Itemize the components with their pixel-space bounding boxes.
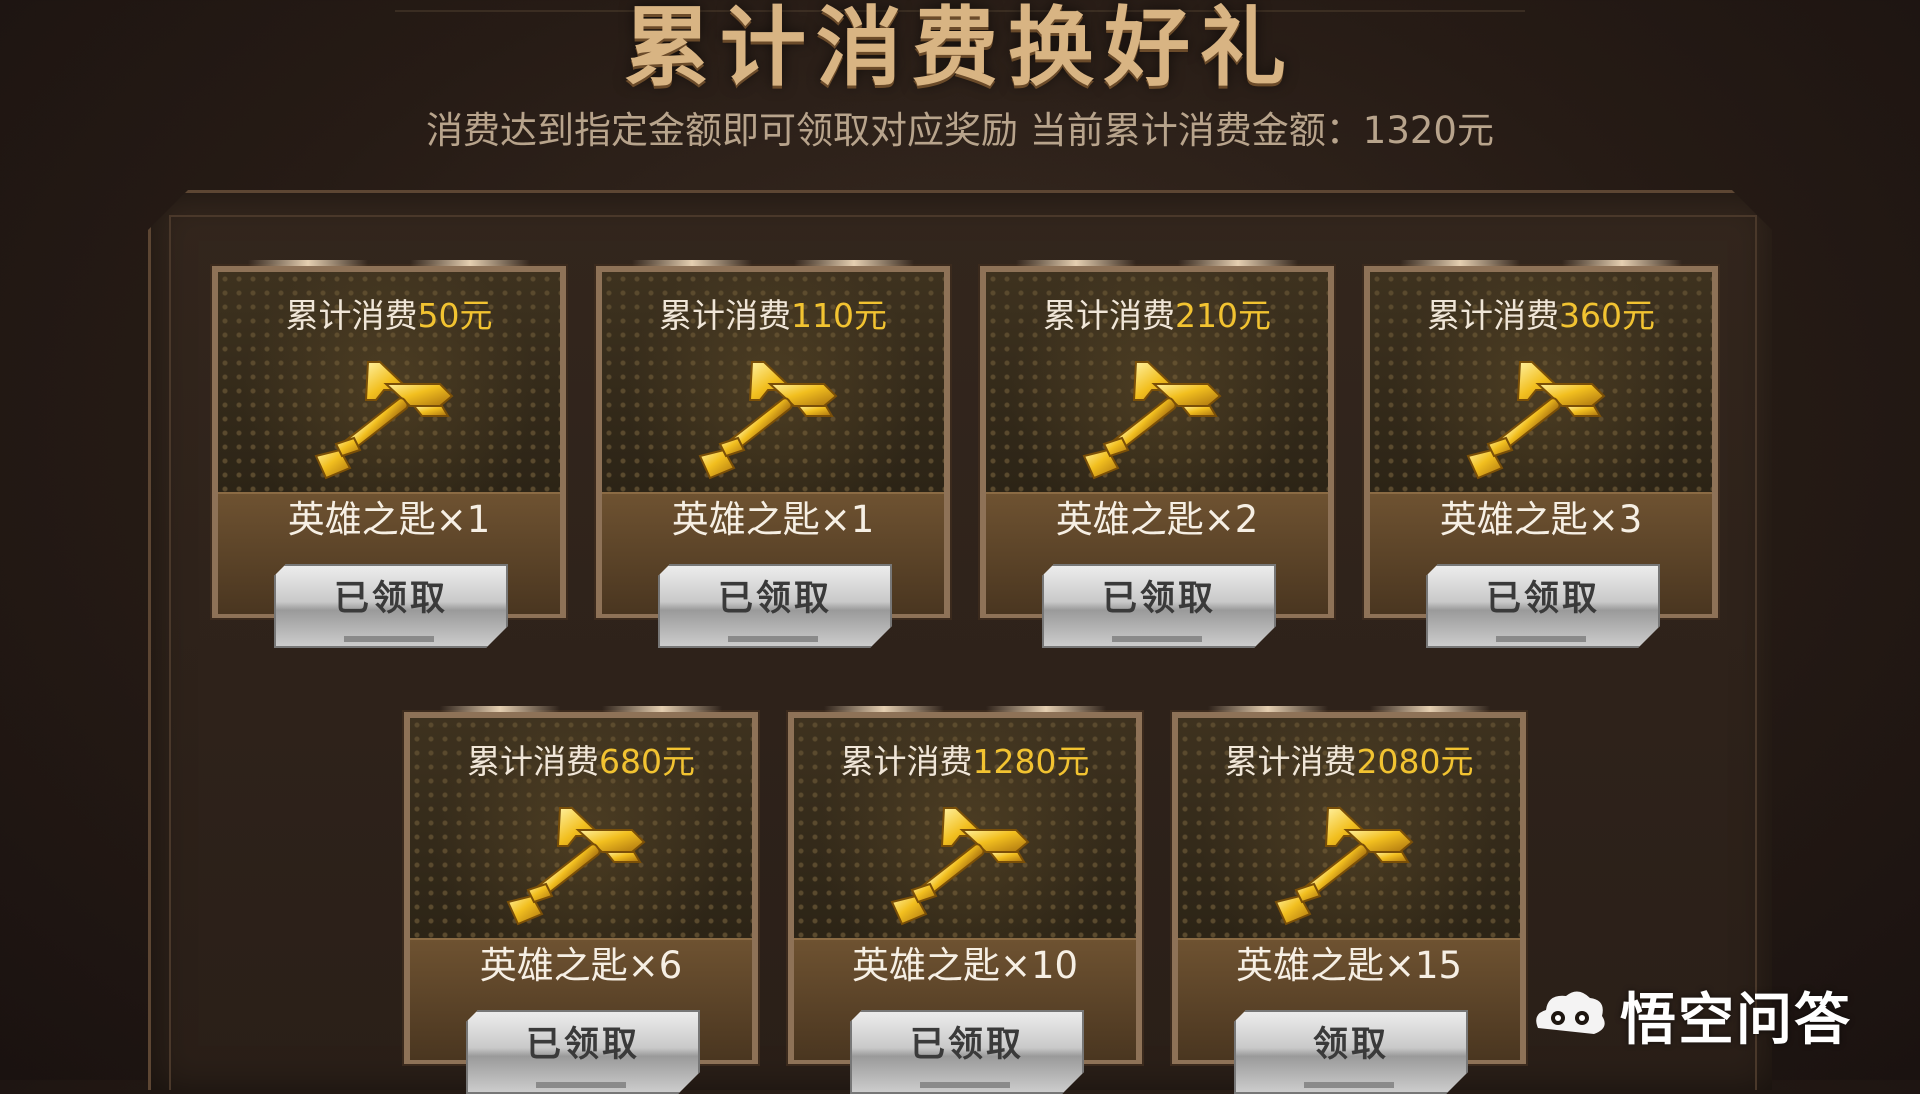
button-strip (344, 636, 434, 642)
claim-button-label: 已领取 (333, 579, 448, 619)
spend-threshold: 累计消费360元 (1370, 296, 1712, 336)
reward-card: 累计消费2080元 英雄之匙×15 领取 (1172, 706, 1526, 1094)
reward-label: 英雄之匙×2 (1055, 498, 1259, 541)
claim-button[interactable]: 已领取 (466, 1010, 700, 1094)
button-strip (1112, 636, 1202, 642)
reward-label: 英雄之匙×15 (1235, 944, 1463, 987)
reward-card: 累计消费680元 英雄之匙×6 已领取 (404, 706, 758, 1094)
threshold-prefix: 累计消费 (1224, 742, 1357, 781)
button-strip (536, 1082, 626, 1088)
spend-threshold: 累计消费680元 (410, 742, 752, 782)
threshold-amount: 2080元 (1356, 742, 1474, 781)
reward-card: 累计消费110元 英雄之匙×1 已领取 (596, 260, 950, 648)
reward-label: 英雄之匙×1 (287, 498, 491, 541)
claim-button[interactable]: 已领取 (658, 564, 892, 648)
claim-button-label: 领取 (1312, 1025, 1389, 1065)
claim-button[interactable]: 已领取 (850, 1010, 1084, 1094)
golden-key-icon (1462, 354, 1622, 484)
wukong-cloud-logo-icon (1536, 991, 1605, 1034)
threshold-amount: 1280元 (972, 742, 1090, 781)
claim-button-label: 已领取 (525, 1025, 640, 1065)
claim-button[interactable]: 已领取 (274, 564, 508, 648)
claim-button[interactable]: 已领取 (1426, 564, 1660, 648)
claim-button-label: 已领取 (1101, 579, 1216, 619)
threshold-prefix: 累计消费 (659, 296, 791, 335)
threshold-amount: 50元 (417, 296, 493, 335)
golden-key-icon (886, 800, 1046, 930)
threshold-amount: 110元 (791, 296, 887, 335)
threshold-prefix: 累计消费 (285, 296, 418, 335)
threshold-prefix: 累计消费 (1427, 296, 1559, 335)
button-strip (728, 636, 818, 642)
golden-key-icon (310, 354, 470, 484)
claim-button[interactable]: 领取 (1234, 1010, 1468, 1094)
reward-label: 英雄之匙×10 (851, 944, 1079, 987)
threshold-prefix: 累计消费 (467, 742, 599, 781)
claim-button[interactable]: 已领取 (1042, 564, 1276, 648)
reward-card: 累计消费1280元 英雄之匙×10 已领取 (788, 706, 1142, 1094)
golden-key-icon (1078, 354, 1238, 484)
reward-card: 累计消费210元 英雄之匙×2 已领取 (980, 260, 1334, 648)
spend-threshold: 累计消费210元 (986, 296, 1328, 336)
spend-threshold: 累计消费2080元 (1178, 742, 1520, 782)
button-strip (920, 1082, 1010, 1088)
threshold-amount: 360元 (1559, 296, 1655, 335)
threshold-prefix: 累计消费 (840, 742, 973, 781)
claim-button-label: 已领取 (909, 1025, 1024, 1065)
spend-threshold: 累计消费1280元 (794, 742, 1136, 782)
claim-button-label: 已领取 (717, 579, 832, 619)
golden-key-icon (1270, 800, 1430, 930)
watermark: 悟空问答 (1528, 975, 1852, 1055)
reward-card: 累计消费50元 英雄之匙×1 已领取 (212, 260, 566, 648)
claim-button-label: 已领取 (1485, 579, 1600, 619)
golden-key-icon (502, 800, 662, 930)
threshold-prefix: 累计消费 (1043, 296, 1175, 335)
reward-card: 累计消费360元 英雄之匙×3 已领取 (1364, 260, 1718, 648)
golden-key-icon (694, 354, 854, 484)
threshold-amount: 210元 (1175, 296, 1271, 335)
threshold-amount: 680元 (599, 742, 695, 781)
spend-threshold: 累计消费50元 (218, 296, 560, 336)
reward-label: 英雄之匙×6 (479, 944, 683, 987)
reward-card-grid: 累计消费50元 英雄之匙×1 已领取 累计消费110元 英雄之匙×1 已领取 累… (0, 0, 1920, 1094)
spend-threshold: 累计消费110元 (602, 296, 944, 336)
button-strip (1304, 1082, 1394, 1088)
reward-label: 英雄之匙×1 (671, 498, 875, 541)
watermark-text: 悟空问答 (1620, 987, 1852, 1053)
button-strip (1496, 636, 1586, 642)
reward-label: 英雄之匙×3 (1439, 498, 1643, 541)
